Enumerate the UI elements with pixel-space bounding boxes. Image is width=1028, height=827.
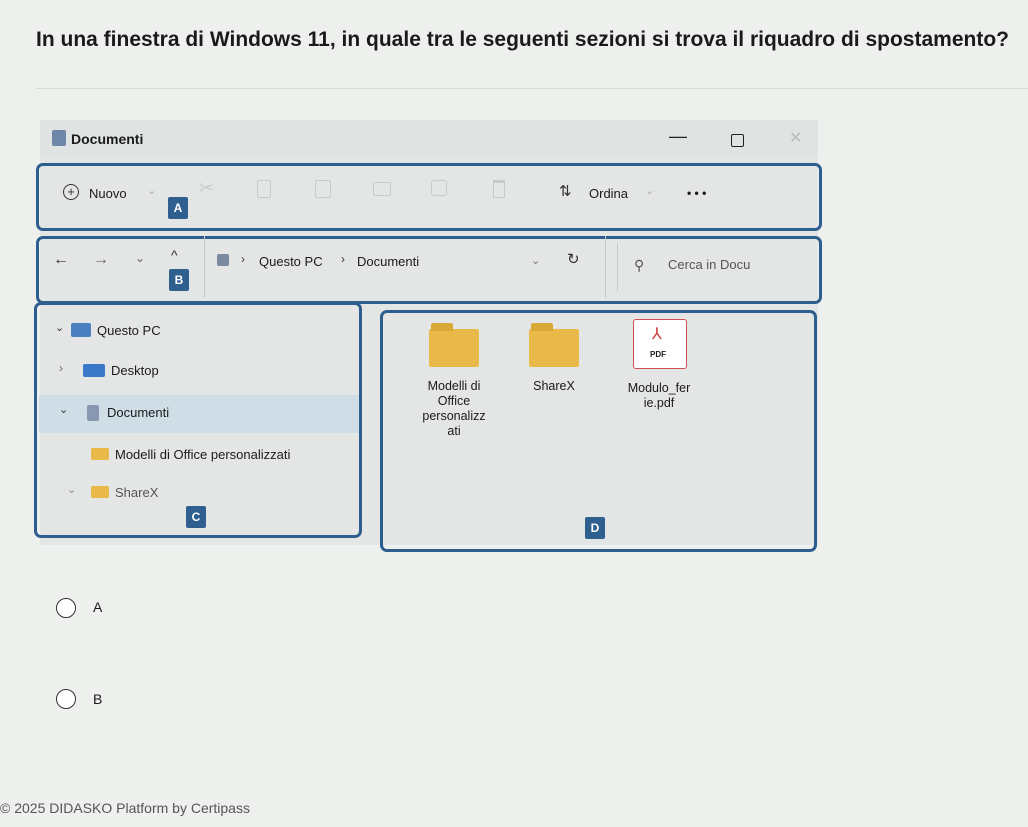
folder-icon (91, 486, 109, 498)
nav-item-label: Desktop (111, 363, 159, 378)
nav-item-label: ShareX (115, 485, 159, 500)
file-item-label: Modelli di Office personalizz ati (422, 379, 486, 438)
breadcrumb-questo-pc[interactable]: Questo PC (259, 254, 323, 269)
close-button[interactable]: ✕ (789, 128, 802, 148)
history-chevron-icon[interactable]: ⌄ (531, 254, 540, 267)
breadcrumb-documenti[interactable]: Documenti (357, 254, 419, 269)
delete-icon[interactable] (493, 180, 505, 198)
file-item-label: ShareX (533, 379, 575, 393)
nav-item-questo-pc[interactable]: ⌄ Questo PC (39, 315, 359, 347)
breadcrumb-separator-icon: › (341, 252, 345, 266)
search-field[interactable]: ⚲ Cerca in Docu (617, 243, 816, 291)
sort-icon: ⇅ (559, 183, 572, 200)
nav-item-modelli[interactable]: Modelli di Office personalizzati (39, 439, 359, 471)
chevron-down-icon: ⌄ (645, 185, 655, 197)
desktop-icon (83, 364, 105, 377)
share-icon[interactable] (431, 180, 447, 196)
footer-copyright: © 2025 DIDASKO Platform by Certipass (0, 800, 250, 816)
pdf-badge: PDF (650, 350, 666, 359)
documents-icon (87, 405, 99, 421)
navigation-pane-section: ⌄ Questo PC › Desktop ⌄ Documenti Modell… (34, 302, 362, 538)
paste-icon[interactable] (315, 180, 331, 198)
maximize-button[interactable] (731, 134, 744, 147)
nav-item-label: Modelli di Office personalizzati (115, 447, 291, 462)
chevron-down-icon: ⌄ (67, 484, 77, 496)
copy-icon[interactable] (257, 180, 271, 198)
forward-arrow-icon[interactable]: → (93, 251, 109, 269)
recent-chevron-icon[interactable]: ⌄ (135, 251, 145, 265)
nav-item-label: Documenti (107, 405, 170, 420)
folder-icon (91, 448, 109, 460)
address-bar-section: ← → ⌄ ^ › Questo PC › Documenti ⌄ ↻ ⚲ Ce… (36, 236, 822, 304)
folder-icon (529, 323, 579, 367)
title-bar: Documenti — ✕ (40, 120, 818, 156)
search-placeholder: Cerca in Docu (668, 257, 751, 272)
back-arrow-icon[interactable]: ← (53, 251, 69, 269)
divider (36, 88, 1028, 89)
nav-item-documenti[interactable]: ⌄ Documenti (39, 395, 359, 433)
section-label-a: A (168, 197, 188, 219)
breadcrumb-separator-icon: › (241, 252, 245, 266)
radio-button[interactable] (56, 689, 76, 709)
nav-item-sharex[interactable]: ⌄ ShareX (39, 477, 359, 509)
refresh-icon[interactable]: ↻ (567, 250, 580, 268)
new-button[interactable]: Nuovo (89, 186, 127, 201)
pdf-file-icon: ⅄ PDF (633, 319, 687, 369)
section-label-c: C (186, 506, 206, 528)
section-label-d: D (585, 517, 605, 539)
chevron-down-icon: ⌄ (147, 185, 157, 197)
up-arrow-icon[interactable]: ^ (171, 247, 178, 263)
chevron-down-icon: ⌄ (55, 322, 65, 334)
option-label: A (93, 599, 103, 615)
folder-icon (429, 323, 479, 367)
chevron-down-icon: ⌄ (59, 404, 69, 416)
cut-icon[interactable]: ✂ (199, 178, 214, 199)
radio-button[interactable] (56, 598, 76, 618)
acrobat-icon: ⅄ (652, 326, 662, 343)
documents-folder-icon (52, 130, 66, 146)
plus-icon: + (63, 184, 79, 200)
question-text: In una finestra di Windows 11, in quale … (36, 28, 1009, 51)
command-bar-section: + Nuovo ⌄ ✂ ⇅ Ordina ⌄ • • • (36, 163, 822, 231)
file-item-label: Modulo_fer ie.pdf (627, 381, 691, 410)
address-field[interactable]: › Questo PC › Documenti ⌄ ↻ (204, 236, 606, 298)
minimize-button[interactable]: — (669, 126, 687, 147)
sort-button[interactable]: Ordina (589, 186, 628, 201)
window-title: Documenti (71, 131, 144, 147)
more-options-button[interactable]: • • • (687, 186, 706, 200)
section-label-b: B (169, 269, 189, 291)
rename-icon[interactable] (373, 182, 391, 196)
chevron-right-icon: › (59, 361, 63, 375)
search-icon: ⚲ (634, 257, 645, 273)
documents-folder-icon (217, 254, 229, 266)
content-pane-section: Modelli di Office personalizz ati ShareX… (380, 310, 817, 552)
computer-icon (71, 323, 91, 337)
nav-item-desktop[interactable]: › Desktop (39, 355, 359, 387)
nav-item-label: Questo PC (97, 323, 161, 338)
option-label: B (93, 691, 103, 707)
